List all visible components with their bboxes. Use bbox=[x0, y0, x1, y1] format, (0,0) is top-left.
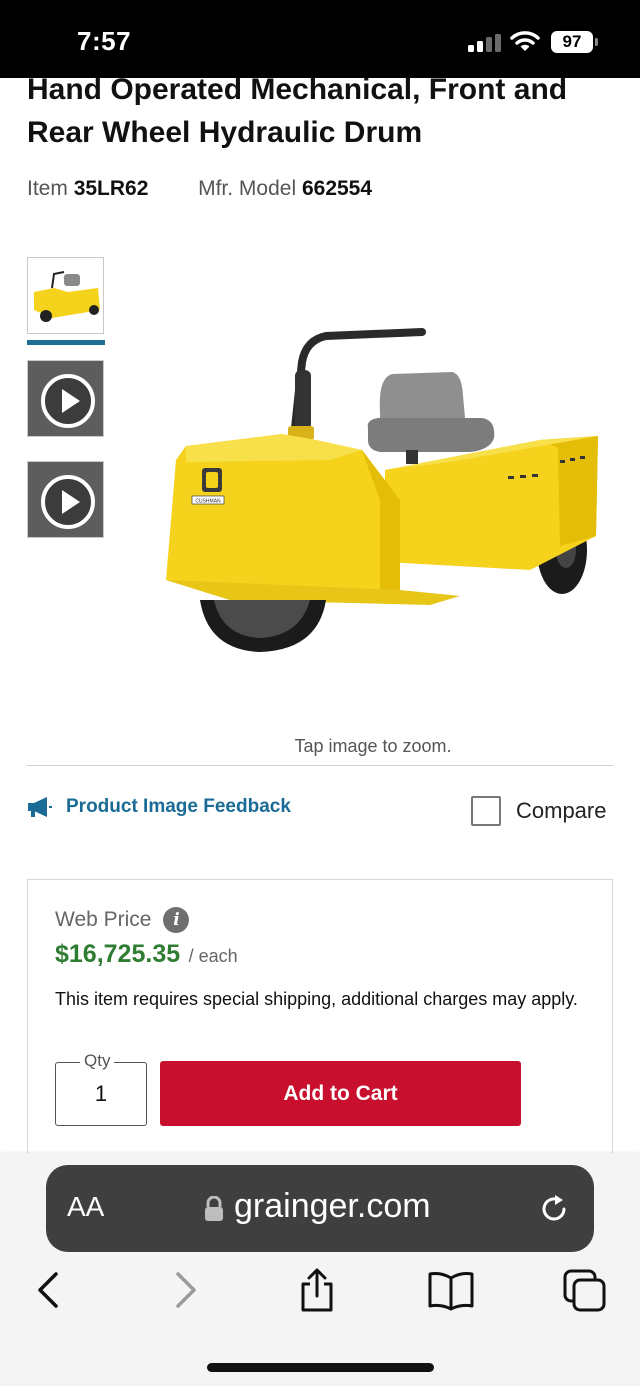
shipping-note: This item requires special shipping, add… bbox=[55, 989, 578, 1009]
cellular-signal-icon bbox=[468, 34, 502, 52]
quantity-value[interactable]: 1 bbox=[56, 1081, 146, 1107]
url-text[interactable]: grainger.com bbox=[234, 1187, 431, 1226]
forward-icon[interactable] bbox=[164, 1268, 204, 1312]
price-line: $16,725.35 / each bbox=[55, 940, 238, 969]
model-number: 662554 bbox=[301, 177, 373, 200]
compare-label: Compare bbox=[516, 798, 607, 823]
product-main-image[interactable]: CUSHMAN bbox=[130, 300, 620, 700]
play-icon bbox=[41, 475, 95, 529]
compare-checkbox[interactable]: Compare bbox=[471, 796, 606, 826]
divider bbox=[27, 765, 613, 766]
lock-icon bbox=[205, 1196, 223, 1221]
checkbox[interactable] bbox=[471, 796, 501, 826]
vehicle-thumbnail-image bbox=[28, 258, 103, 333]
quantity-field[interactable]: Qty 1 bbox=[55, 1051, 147, 1126]
item-number: 35LR62 bbox=[73, 177, 149, 200]
product-image-feedback-link[interactable]: Product Image Feedback bbox=[27, 796, 291, 818]
home-indicator[interactable] bbox=[207, 1363, 434, 1372]
text-size-button[interactable]: AA bbox=[67, 1191, 104, 1223]
battery-nub bbox=[595, 38, 598, 46]
back-icon[interactable] bbox=[30, 1268, 70, 1312]
feedback-label: Product Image Feedback bbox=[66, 796, 291, 817]
thumbnail-image-1[interactable] bbox=[27, 257, 104, 334]
zoom-hint: Tap image to zoom. bbox=[294, 736, 452, 756]
info-icon[interactable]: i bbox=[163, 907, 190, 933]
battery-indicator: 97 bbox=[551, 31, 593, 53]
model-label: Mfr. Model bbox=[198, 177, 297, 200]
item-label: Item bbox=[27, 177, 68, 200]
web-price-label: Web Price i bbox=[55, 907, 190, 933]
product-meta: Item 35LR62 Mfr. Model 662554 bbox=[27, 177, 372, 201]
share-icon[interactable] bbox=[297, 1268, 337, 1312]
thumbnail-active-indicator bbox=[27, 340, 105, 345]
tabs-icon[interactable] bbox=[562, 1268, 608, 1312]
status-time: 7:57 bbox=[77, 26, 132, 56]
thumbnail-video-2[interactable] bbox=[27, 461, 104, 538]
wifi-icon bbox=[510, 31, 540, 51]
add-to-cart-button[interactable]: Add to Cart bbox=[160, 1061, 521, 1126]
status-bar: 7:57 97 bbox=[0, 0, 640, 78]
product-title: Hand Operated Mechanical, Front and Rear… bbox=[27, 73, 568, 149]
thumbnail-video-1[interactable] bbox=[27, 360, 104, 437]
address-bar[interactable]: AA grainger.com bbox=[46, 1165, 594, 1252]
quantity-label: Qty bbox=[80, 1051, 115, 1071]
reload-icon[interactable] bbox=[538, 1193, 570, 1225]
bookmarks-icon[interactable] bbox=[427, 1268, 475, 1312]
browser-toolbar: AA grainger.com bbox=[0, 1153, 640, 1386]
price-unit: / each bbox=[188, 946, 238, 966]
megaphone-icon bbox=[28, 797, 52, 817]
web-price-text: Web Price bbox=[55, 908, 152, 931]
price-value: $16,725.35 bbox=[55, 940, 181, 968]
play-icon bbox=[41, 374, 95, 428]
price-card: Web Price i $16,725.35 / each This item … bbox=[27, 879, 613, 1179]
brand-badge: CUSHMAN bbox=[195, 499, 221, 505]
